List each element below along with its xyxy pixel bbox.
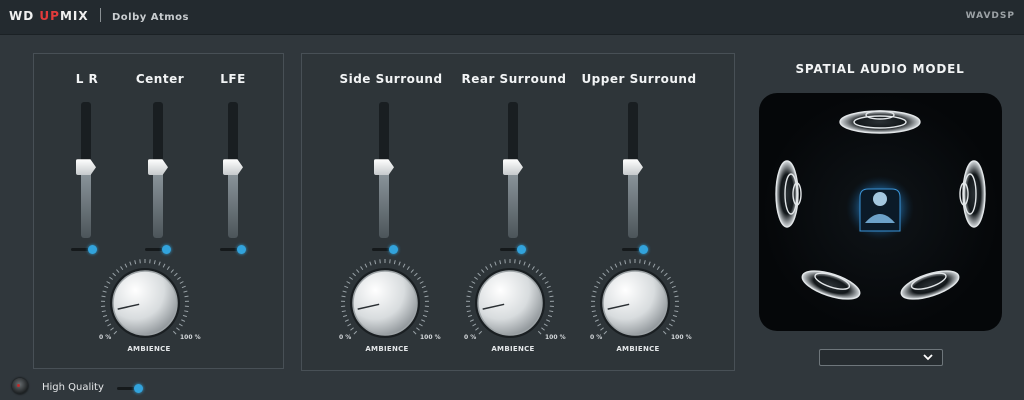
spatial-audio-title: SPATIAL AUDIO MODEL (795, 62, 965, 76)
ambience-knob-side-surround[interactable] (340, 258, 430, 348)
knob-dial (101, 259, 189, 338)
spatial-audio-visualizer[interactable] (759, 93, 1002, 331)
high-quality-toggle[interactable] (117, 384, 143, 394)
toggle-indicator (517, 245, 526, 254)
knob-max-label: 100 % (420, 334, 441, 341)
knob-label: AMBIENCE (127, 345, 171, 353)
slider-fill (628, 167, 638, 238)
channel-label-lfe: LFE (220, 72, 246, 86)
toggle-lr[interactable] (71, 245, 97, 255)
knob-max-label: 100 % (180, 334, 201, 341)
level-slider-side-surround[interactable] (374, 102, 394, 238)
knob-max-label: 100 % (545, 334, 566, 341)
toggle-indicator (162, 245, 171, 254)
toggle-indicator (389, 245, 398, 254)
knob-dial (591, 259, 679, 338)
high-quality-label: High Quality (42, 382, 104, 393)
slider-fill (508, 167, 518, 238)
knob-min-label: 0 % (339, 334, 352, 341)
toggle-upper-surround[interactable] (622, 245, 648, 255)
knob-dial (341, 259, 429, 338)
channel-label-side-surround: Side Surround (339, 72, 443, 86)
brand-logo: WD UPMIX Dolby Atmos (9, 8, 189, 23)
speaker-icon-top (839, 110, 921, 134)
knob-min-label: 0 % (590, 334, 603, 341)
knob-min-label: 0 % (99, 334, 112, 341)
slider-fill (153, 167, 163, 238)
toggle-indicator (237, 245, 246, 254)
brand-wd: WD (9, 9, 35, 23)
spatial-scene (775, 110, 986, 300)
spatial-model-dropdown[interactable] (819, 349, 943, 366)
slider-fill (379, 167, 389, 238)
ambience-knob-front[interactable] (100, 258, 190, 348)
toggle-side-surround[interactable] (372, 245, 398, 255)
chevron-down-icon (923, 354, 933, 361)
level-slider-rear-surround[interactable] (503, 102, 523, 238)
toggle-center[interactable] (145, 245, 171, 255)
toggle-indicator (134, 384, 143, 393)
level-slider-lr[interactable] (76, 102, 96, 238)
knob-label: AMBIENCE (365, 345, 409, 353)
ambience-knob-upper-surround[interactable] (590, 258, 680, 348)
knob-min-label: 0 % (464, 334, 477, 341)
channel-label-rear-surround: Rear Surround (461, 72, 567, 86)
brand-up: UP (39, 9, 60, 23)
brand-divider (99, 8, 101, 22)
level-slider-upper-surround[interactable] (623, 102, 643, 238)
ambience-knob-rear-surround[interactable] (465, 258, 555, 348)
power-led-icon (12, 378, 28, 394)
toggle-indicator (639, 245, 648, 254)
toggle-rear-surround[interactable] (500, 245, 526, 255)
brand-mix: MIX (59, 9, 89, 23)
speaker-icon-right (959, 160, 986, 228)
listener-icon (846, 176, 914, 240)
vendor-logo: WAVDSP (965, 11, 1015, 21)
toggle-lfe[interactable] (220, 245, 246, 255)
toggle-indicator (88, 245, 97, 254)
product-name: Dolby Atmos (111, 12, 190, 23)
speaker-icon-left (775, 160, 802, 228)
slider-fill (228, 167, 238, 238)
knob-label: AMBIENCE (491, 345, 535, 353)
speaker-icon-rear-right (900, 270, 960, 300)
slider-fill (81, 167, 91, 238)
channel-label-upper-surround: Upper Surround (581, 72, 697, 86)
knob-max-label: 100 % (671, 334, 692, 341)
header-bar: WD UPMIX Dolby Atmos WAVDSP (0, 0, 1024, 35)
speaker-icon-rear-left (801, 270, 861, 300)
level-slider-center[interactable] (148, 102, 168, 238)
knob-label: AMBIENCE (616, 345, 660, 353)
knob-dial (466, 259, 554, 338)
level-slider-lfe[interactable] (223, 102, 243, 238)
